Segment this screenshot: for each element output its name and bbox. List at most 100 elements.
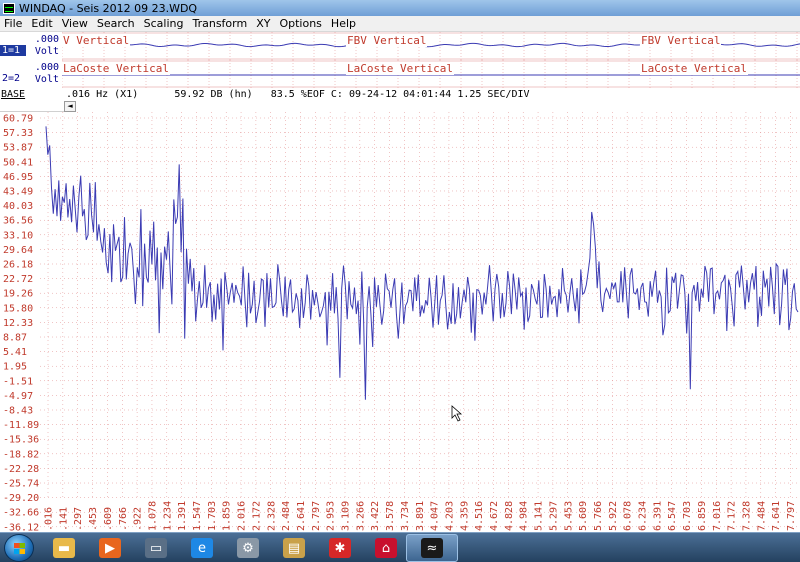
taskbar-windaq-app[interactable]: ≈: [406, 534, 458, 562]
channel-1-name-a: V Vertical: [62, 34, 131, 47]
x-tick-label: 7.172: [727, 501, 738, 531]
channel-1-label[interactable]: .000 1=1 Volt: [0, 32, 62, 60]
menu-transform[interactable]: Transform: [192, 17, 247, 30]
menu-edit[interactable]: Edit: [31, 17, 52, 30]
spectrum-plot[interactable]: 60.79 57.33 53.87 50.41 46.95 43.49 40.03 36.56…: [0, 112, 800, 533]
spectrum-series-line: [45, 126, 799, 400]
status-readout: .016 Hz (X1) 59.92 DB (hn) 83.5 %EOF C: …: [66, 89, 530, 100]
taskbar-internet-explorer[interactable]: e: [176, 534, 228, 562]
title-bar: WINDAQ - Seis 2012 09 23.WDQ: [0, 0, 800, 16]
x-tick-label: 1.234: [162, 501, 173, 531]
spectrum-chart: 60.79 57.33 53.87 50.41 46.95 43.49 40.03 36.56…: [3, 112, 800, 533]
base-label[interactable]: BASE: [1, 88, 25, 101]
y-tick-label: 53.87: [3, 143, 33, 154]
menu-search[interactable]: Search: [97, 17, 135, 30]
y-tick-label: -25.74: [3, 479, 39, 490]
channel-2-label[interactable]: .000 2=2 Volt: [0, 60, 62, 88]
menu-view[interactable]: View: [62, 17, 88, 30]
menu-help[interactable]: Help: [331, 17, 356, 30]
menu-xy[interactable]: XY: [256, 17, 270, 30]
taskbar-computer[interactable]: ▭: [130, 534, 182, 562]
channel-2-strip[interactable]: LaCoste Vertical LaCoste Vertical LaCost…: [62, 60, 800, 88]
x-tick-label: 3.891: [415, 501, 426, 531]
x-tick-label: 4.203: [444, 501, 455, 531]
taskbar-folder-docs[interactable]: ▤: [268, 534, 320, 562]
x-tick-label: 4.359: [459, 501, 470, 531]
taskbar-control-tool[interactable]: ⚙: [222, 534, 274, 562]
x-tick-label: 5.609: [578, 501, 589, 531]
y-tick-label: 40.03: [3, 201, 33, 212]
scroll-left-button[interactable]: ◄: [64, 101, 76, 112]
y-tick-label: -15.36: [3, 435, 39, 446]
x-tick-label: 4.516: [474, 501, 485, 531]
ie-icon: e: [191, 538, 213, 558]
taskbar-windows-explorer[interactable]: ▬: [38, 534, 90, 562]
y-tick-label: 46.95: [3, 172, 33, 183]
menu-scaling[interactable]: Scaling: [144, 17, 184, 30]
menu-bar: File Edit View Search Scaling Transform …: [0, 16, 800, 32]
menu-options[interactable]: Options: [279, 17, 321, 30]
x-tick-label: 6.234: [638, 501, 649, 531]
x-tick-label: 1.391: [177, 501, 188, 531]
start-button[interactable]: [4, 534, 34, 562]
x-tick-label: 3.422: [370, 501, 381, 531]
y-tick-label: 12.33: [3, 318, 33, 329]
y-tick-label: -4.97: [3, 391, 33, 402]
x-tick-label: 6.859: [697, 501, 708, 531]
scroll-track[interactable]: [0, 101, 64, 112]
taskbar-seismo-app[interactable]: ✱: [314, 534, 366, 562]
x-tick-label: 4.672: [489, 501, 500, 531]
x-tick-label: 5.766: [593, 501, 604, 531]
x-tick-label: .016: [44, 507, 55, 531]
channel-1-value: .000: [34, 34, 59, 45]
x-tick-label: 2.953: [326, 501, 337, 531]
x-tick-label: 3.109: [341, 501, 352, 531]
x-tick-label: 2.016: [237, 501, 248, 531]
taskbar-media-player[interactable]: ▶: [84, 534, 136, 562]
x-tick-label: 5.453: [563, 501, 574, 531]
briefcase-icon: ▤: [283, 538, 305, 558]
status-line: BASE .016 Hz (X1) 59.92 DB (hn) 83.5 %EO…: [0, 88, 800, 101]
pdf-icon: ⌂: [375, 538, 397, 558]
x-tick-label: .453: [88, 507, 99, 531]
folder-icon: ▬: [53, 538, 75, 558]
x-tick-label: .609: [103, 507, 114, 531]
y-tick-label: 5.41: [3, 347, 27, 358]
channel-2-id[interactable]: 2=2: [0, 73, 26, 84]
y-tick-label: -1.51: [3, 376, 33, 387]
x-tick-label: 6.547: [667, 501, 678, 531]
y-tick-label: 29.64: [3, 245, 33, 256]
y-tick-label: 57.33: [3, 128, 33, 139]
channel-2-unit: Volt: [34, 74, 59, 85]
x-tick-label: 4.047: [430, 501, 441, 531]
channel-1-id[interactable]: 1=1: [0, 45, 26, 56]
x-tick-label: 7.797: [786, 501, 797, 531]
x-tick-label: 4.828: [504, 501, 515, 531]
channel-area: .000 1=1 Volt V Vertical FBV Vertical FB…: [0, 32, 800, 88]
tool-icon: ⚙: [237, 538, 259, 558]
channel-1-name-b: FBV Vertical: [346, 34, 428, 47]
x-tick-label: 1.859: [222, 501, 233, 531]
channel-1-unit: Volt: [34, 46, 59, 57]
x-tick-label: 2.172: [251, 501, 262, 531]
channel-1-name-c: FBV Vertical: [640, 34, 722, 47]
x-tick-label: 5.297: [548, 501, 559, 531]
x-tick-label: 2.797: [311, 501, 322, 531]
y-tick-label: -32.66: [3, 508, 39, 519]
y-tick-label: -18.82: [3, 449, 39, 460]
menu-file[interactable]: File: [4, 17, 22, 30]
x-tick-label: 3.266: [355, 501, 366, 531]
x-tick-label: 7.484: [756, 501, 767, 531]
y-tick-label: 33.10: [3, 230, 33, 241]
x-tick-label: 3.578: [385, 501, 396, 531]
x-tick-label: 2.484: [281, 501, 292, 531]
taskbar-pdf-reader[interactable]: ⌂: [360, 534, 412, 562]
y-tick-label: -8.43: [3, 405, 33, 416]
x-tick-label: 6.078: [623, 501, 634, 531]
x-tick-label: .297: [73, 507, 84, 531]
channel-1-strip[interactable]: V Vertical FBV Vertical FBV Vertical: [62, 32, 800, 60]
x-tick-label: 6.703: [682, 501, 693, 531]
x-tick-label: 5.922: [608, 501, 619, 531]
x-tick-label: 6.391: [652, 501, 663, 531]
x-tick-label: 1.547: [192, 501, 203, 531]
